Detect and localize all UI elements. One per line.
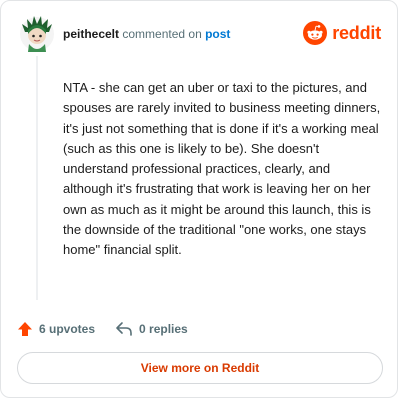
- reply-count: 0 replies: [139, 322, 188, 336]
- comment-header: peithecelt commented on post: [63, 27, 230, 41]
- comment-embed-card: peithecelt commented on post reddit NTA …: [0, 0, 398, 398]
- reply-button[interactable]: 0 replies: [115, 321, 188, 337]
- reply-arrow-icon: [116, 322, 132, 336]
- action-text: commented on: [122, 27, 202, 41]
- username-link[interactable]: peithecelt: [63, 27, 119, 41]
- upvote-arrow-icon: [18, 322, 32, 336]
- avatar-icon: [20, 16, 54, 52]
- user-avatar[interactable]: [19, 14, 55, 54]
- reddit-wordmark: reddit: [332, 22, 381, 43]
- comment-body: NTA - she can get an uber or taxi to the…: [63, 80, 381, 258]
- upvote-count: 6 upvotes: [39, 322, 96, 336]
- view-more-button[interactable]: View more on Reddit: [17, 352, 383, 384]
- post-link[interactable]: post: [205, 27, 230, 41]
- reddit-snoo-icon: [303, 21, 328, 45]
- comment-actions: 6 upvotes 0 replies: [17, 319, 188, 339]
- reddit-logo[interactable]: reddit: [303, 21, 381, 45]
- upvote-button[interactable]: 6 upvotes: [17, 321, 95, 337]
- thread-line: [36, 56, 38, 300]
